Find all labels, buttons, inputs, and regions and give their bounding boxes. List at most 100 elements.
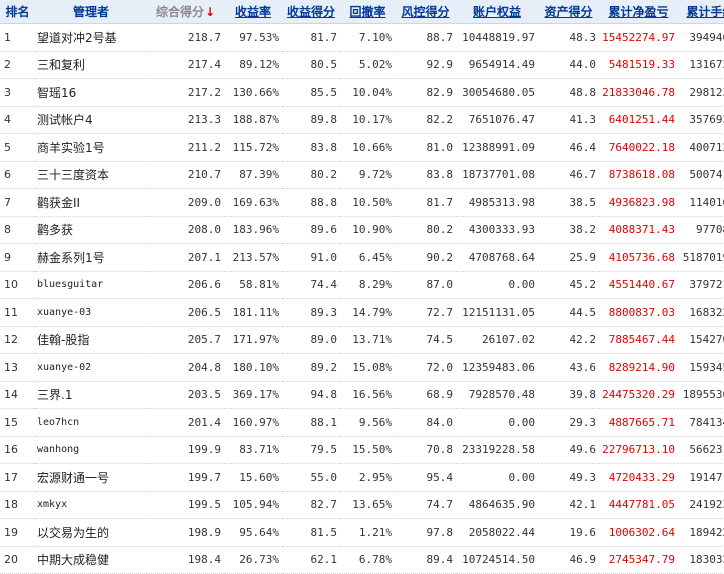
table-row[interactable]: 1 望道对冲2号基 218.7 97.53% 81.7 7.10% 88.7 10448819… [0, 23, 724, 52]
manager-cell[interactable]: 三和复利 [35, 51, 147, 79]
header-return-rate-sort[interactable]: 收益率 [224, 0, 282, 24]
table-row[interactable]: 20 中期大成稳健 198.4 26.73% 62.1 6.78% 89.4 10724514… [0, 546, 724, 574]
manager-cell[interactable]: 佳翰-股指 [35, 326, 147, 354]
header-risk-score-sort[interactable]: 风控得分 [395, 0, 456, 24]
score-cell: 203.5 [147, 381, 224, 409]
manager-cell[interactable]: wanhong [35, 436, 147, 464]
return-score-cell: 94.8 [282, 381, 340, 409]
manager-cell[interactable]: 智瑶16 [35, 78, 147, 107]
rank-cell: 2 [0, 51, 35, 79]
drawdown-cell: 9.72% [340, 161, 395, 189]
score-cell: 207.1 [147, 243, 224, 272]
table-row[interactable]: 3 智瑶16 217.2 130.66% 85.5 10.04% 82.9 30054680.… [0, 78, 724, 107]
drawdown-cell: 9.56% [340, 408, 395, 437]
table-row[interactable]: 13 xuanye-02 204.8 180.10% 89.2 15.08% 72.0 123… [0, 353, 724, 382]
table-row[interactable]: 19 以交易为生的 198.9 95.64% 81.5 1.21% 97.8 2058022.… [0, 518, 724, 547]
return-rate-cell: 89.12% [224, 51, 282, 79]
manager-cell[interactable]: xmkyx [35, 491, 147, 519]
score-cell: 206.5 [147, 298, 224, 327]
return-score-cell: 89.2 [282, 353, 340, 382]
header-asset-score-sort[interactable]: 资产得分 [538, 0, 599, 24]
manager-cell[interactable]: 测试帐户4 [35, 106, 147, 134]
table-row[interactable]: 5 商羊实验1号 211.2 115.72% 83.8 10.66% 81.0 1238899… [0, 133, 724, 162]
table-row[interactable]: 9 赫金系列1号 207.1 213.57% 91.0 6.45% 90.2 4708768.… [0, 243, 724, 272]
manager-cell[interactable]: 望道对冲2号基 [35, 23, 147, 52]
header-manager: 管理者 [35, 0, 147, 24]
rank-cell: 4 [0, 106, 35, 134]
table-row[interactable]: 15 leo7hcn 201.4 160.97% 88.1 9.56% 84.0 0.00 29… [0, 408, 724, 437]
manager-cell[interactable]: 三界.1 [35, 381, 147, 409]
manager-cell[interactable]: 中期大成稳健 [35, 546, 147, 574]
table-row[interactable]: 14 三界.1 203.5 369.17% 94.8 16.56% 68.9 7928570.… [0, 381, 724, 409]
asset-score-cell: 42.2 [538, 326, 599, 354]
return-rate-cell: 160.97% [224, 408, 282, 437]
return-rate-cell: 183.96% [224, 216, 282, 244]
return-rate-cell: 95.64% [224, 518, 282, 547]
drawdown-cell: 1.21% [340, 518, 395, 547]
cum-fee-cell: 168322.97 [678, 298, 724, 327]
equity-cell: 12388991.09 [456, 133, 538, 162]
score-cell: 199.7 [147, 463, 224, 492]
cum-fee-cell: 379721.91 [678, 271, 724, 299]
manager-cell[interactable]: 三十三度资本 [35, 161, 147, 189]
manager-cell[interactable]: 鹳多获 [35, 216, 147, 244]
cum-fee-cell: 159345.10 [678, 353, 724, 382]
equity-cell: 18737701.08 [456, 161, 538, 189]
manager-cell[interactable]: leo7hcn [35, 408, 147, 437]
return-score-cell: 91.0 [282, 243, 340, 272]
cum-fee-cell: 357693.56 [678, 106, 724, 134]
manager-cell[interactable]: bluesguitar [35, 271, 147, 299]
equity-cell: 30054680.05 [456, 78, 538, 107]
manager-cell[interactable]: 宏源财通一号 [35, 463, 147, 492]
equity-cell: 10448819.97 [456, 23, 538, 52]
table-row[interactable]: 12 佳翰-股指 205.7 171.97% 89.0 13.71% 74.5 26107.0… [0, 326, 724, 354]
asset-score-cell: 29.3 [538, 408, 599, 437]
table-row[interactable]: 7 鹳获金II 209.0 169.63% 88.8 10.50% 81.7 4985313.… [0, 188, 724, 217]
header-cum-fee-sort[interactable]: 累计手续费 [678, 0, 724, 24]
header-cum-pnl-sort[interactable]: 累计净盈亏 [599, 0, 678, 24]
manager-cell[interactable]: xuanye-03 [35, 298, 147, 327]
return-rate-cell: 369.17% [224, 381, 282, 409]
risk-score-cell: 82.9 [395, 78, 456, 107]
manager-cell[interactable]: 以交易为生的 [35, 518, 147, 547]
return-score-cell: 88.8 [282, 188, 340, 217]
manager-cell[interactable]: 鹳获金II [35, 188, 147, 217]
risk-score-cell: 72.0 [395, 353, 456, 382]
header-return-score-sort[interactable]: 收益得分 [282, 0, 340, 24]
manager-cell[interactable]: 商羊实验1号 [35, 133, 147, 162]
table-row[interactable]: 8 鹳多获 208.0 183.96% 89.6 10.90% 80.2 4300333.93… [0, 216, 724, 244]
table-row[interactable]: 17 宏源财通一号 199.7 15.60% 55.0 2.95% 95.4 0.00 49.3… [0, 463, 724, 492]
score-cell: 211.2 [147, 133, 224, 162]
score-cell: 198.4 [147, 546, 224, 574]
drawdown-cell: 13.71% [340, 326, 395, 354]
header-score-sort[interactable]: 综合得分↓ [147, 0, 224, 24]
score-cell: 199.9 [147, 436, 224, 464]
score-cell: 205.7 [147, 326, 224, 354]
table-row[interactable]: 10 bluesguitar 206.6 58.81% 74.4 8.29% 87.0 0.0… [0, 271, 724, 299]
return-score-cell: 89.3 [282, 298, 340, 327]
rank-cell: 8 [0, 216, 35, 244]
cum-pnl-cell: 8289214.90 [599, 353, 678, 382]
risk-score-cell: 83.8 [395, 161, 456, 189]
manager-cell[interactable]: 赫金系列1号 [35, 243, 147, 272]
return-score-cell: 80.2 [282, 161, 340, 189]
header-drawdown-sort[interactable]: 回撤率 [340, 0, 395, 24]
risk-score-cell: 81.0 [395, 133, 456, 162]
return-score-cell: 79.5 [282, 436, 340, 464]
manager-cell[interactable]: xuanye-02 [35, 353, 147, 382]
table-row[interactable]: 6 三十三度资本 210.7 87.39% 80.2 9.72% 83.8 18737701.… [0, 161, 724, 189]
rank-cell: 10 [0, 271, 35, 299]
table-row[interactable]: 4 测试帐户4 213.3 188.87% 89.8 10.17% 82.2 7651076.… [0, 106, 724, 134]
table-row[interactable]: 18 xmkyx 199.5 105.94% 82.7 13.65% 74.7 4864635… [0, 491, 724, 519]
table-row[interactable]: 2 三和复利 217.4 89.12% 80.5 5.02% 92.9 9654914.49 4… [0, 51, 724, 79]
header-equity-sort[interactable]: 账户权益 [456, 0, 538, 24]
cum-pnl-cell: 8800837.03 [599, 298, 678, 327]
table-row[interactable]: 11 xuanye-03 206.5 181.11% 89.3 14.79% 72.7 121… [0, 298, 724, 327]
drawdown-cell: 5.02% [340, 51, 395, 79]
equity-cell: 2058022.44 [456, 518, 538, 547]
return-rate-cell: 83.71% [224, 436, 282, 464]
score-cell: 208.0 [147, 216, 224, 244]
equity-cell: 9654914.49 [456, 51, 538, 79]
asset-score-cell: 38.2 [538, 216, 599, 244]
table-row[interactable]: 16 wanhong 199.9 83.71% 79.5 15.50% 70.8 233192… [0, 436, 724, 464]
